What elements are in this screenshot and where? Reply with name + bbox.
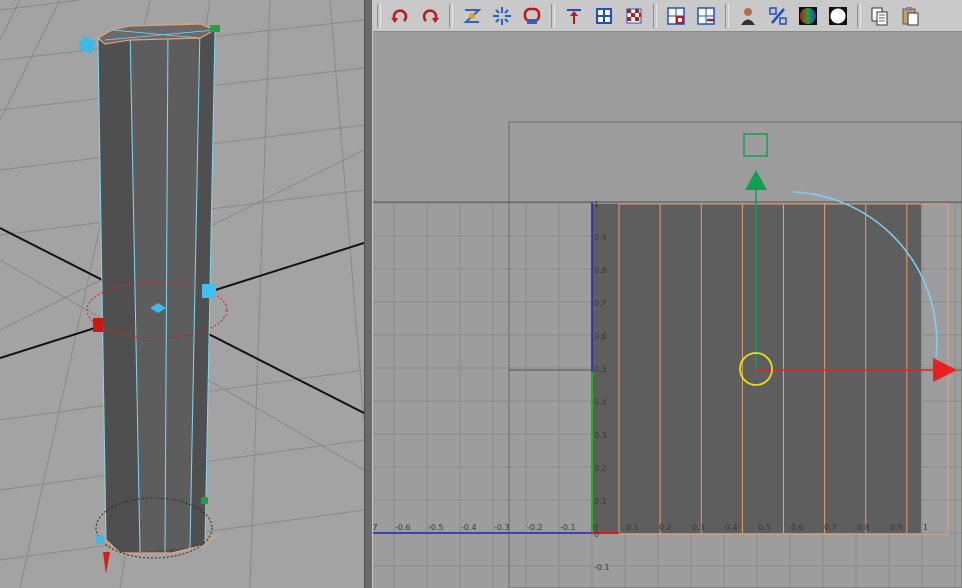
red-handle-icon <box>93 318 103 332</box>
v-tick-label: 0.5 <box>594 365 607 374</box>
ratio-button[interactable] <box>767 5 789 27</box>
u-tick-label: 0.3 <box>692 523 705 532</box>
checker-button[interactable] <box>623 5 645 27</box>
paste-icon <box>902 6 919 25</box>
toolbar-separator <box>857 3 861 28</box>
side-handle-icon <box>202 284 216 298</box>
u-move-arrow-icon <box>933 358 957 382</box>
bottom-blue-handle-icon <box>96 536 104 544</box>
cut-button[interactable] <box>521 5 543 27</box>
v-tick-label: -0.1 <box>594 563 610 572</box>
circle-icon <box>829 6 847 25</box>
bottom-red-handle-icon <box>103 552 110 574</box>
select-shell-button[interactable] <box>665 5 687 27</box>
u-tick-label: -0.6 <box>395 523 411 532</box>
checker-icon <box>626 8 642 23</box>
top-green-handle-icon <box>210 25 220 32</box>
v-scale-handle <box>743 133 768 157</box>
u-tick-label: -0.2 <box>527 523 543 532</box>
unfold-button[interactable] <box>461 5 483 27</box>
v-tick-label: 0.1 <box>594 497 607 506</box>
uv-toolbar <box>373 0 962 32</box>
grid-icon <box>596 7 612 24</box>
layout-icon <box>493 6 511 25</box>
layout-button[interactable] <box>491 5 513 27</box>
v-tick-label: 0 <box>594 530 599 539</box>
u-tick-label: 1 <box>923 523 928 532</box>
u-tick-label: -0.5 <box>428 523 444 532</box>
v-tick-label: 0.7 <box>594 299 607 308</box>
rotate-cw-button[interactable] <box>419 5 441 27</box>
align-up-button[interactable] <box>563 5 585 27</box>
toolbar-separator <box>449 3 453 28</box>
select-border-button[interactable] <box>695 5 717 27</box>
toolbar-separator <box>551 3 555 28</box>
select-border-icon <box>697 6 715 25</box>
u-tick-label: -0.7 <box>373 523 378 532</box>
rotate-ccw-icon <box>391 8 408 23</box>
v-tick-label: 0.9 <box>594 233 607 242</box>
unfold-icon <box>463 8 482 23</box>
copy-button[interactable] <box>869 5 891 27</box>
image-display-button[interactable] <box>737 5 759 27</box>
percent-icon <box>769 6 787 25</box>
viewport-scene <box>0 0 364 588</box>
toolbar-separator <box>725 3 729 28</box>
u-tick-label: 0.6 <box>791 523 804 532</box>
u-tick-label: -0.4 <box>461 523 477 532</box>
uv-editor-panel[interactable]: -0.7 -0.6 -0.5 -0.4 -0.3 -0.2 -0.1 0 0.1 0.2 0.3 0.… <box>373 0 962 588</box>
bottom-green-handle-icon <box>201 497 208 504</box>
grid-uv-button[interactable] <box>593 5 615 27</box>
toolbar-separator <box>377 3 381 28</box>
cut-icon <box>523 7 541 24</box>
display-button[interactable] <box>827 5 849 27</box>
u-tick-label: 0.5 <box>758 523 771 532</box>
u-tick-label: -0.3 <box>494 523 510 532</box>
u-tick-label: 0.8 <box>857 523 870 532</box>
v-tick-label: 0.4 <box>594 398 607 407</box>
u-tick-label: 0.9 <box>890 523 903 532</box>
color-sphere-icon <box>799 6 817 25</box>
u-tick-label: 0.7 <box>824 523 837 532</box>
v-move-arrow-icon <box>745 170 767 190</box>
toolbar-separator <box>653 3 657 28</box>
v-tick-label: 1 <box>594 200 599 209</box>
panel-splitter[interactable] <box>364 0 373 588</box>
person-icon <box>741 7 755 25</box>
shaded-button[interactable] <box>797 5 819 27</box>
cylinder-mesh <box>96 23 219 554</box>
rotate-cw-icon <box>422 8 439 23</box>
v-tick-label: 0.6 <box>594 332 607 341</box>
uv-texture-canvas[interactable]: -0.7 -0.6 -0.5 -0.4 -0.3 -0.2 -0.1 0 0.1 0.2 0.3 0.… <box>373 32 962 588</box>
v-tick-label: 0.8 <box>594 266 607 275</box>
v-tick-label: 0.2 <box>594 464 607 473</box>
u-tick-label: 0.4 <box>725 523 738 532</box>
select-shell-icon <box>667 6 685 25</box>
u-tick-label: 0.2 <box>659 523 672 532</box>
u-tick-label: 0.1 <box>626 523 639 532</box>
v-tick-label: 0.3 <box>594 431 607 440</box>
paste-button[interactable] <box>899 5 921 27</box>
u-tick-label: -0.1 <box>560 523 576 532</box>
copy-icon <box>871 7 888 25</box>
align-up-icon <box>567 8 581 24</box>
rotate-ccw-button[interactable] <box>389 5 411 27</box>
perspective-viewport[interactable] <box>0 0 364 588</box>
